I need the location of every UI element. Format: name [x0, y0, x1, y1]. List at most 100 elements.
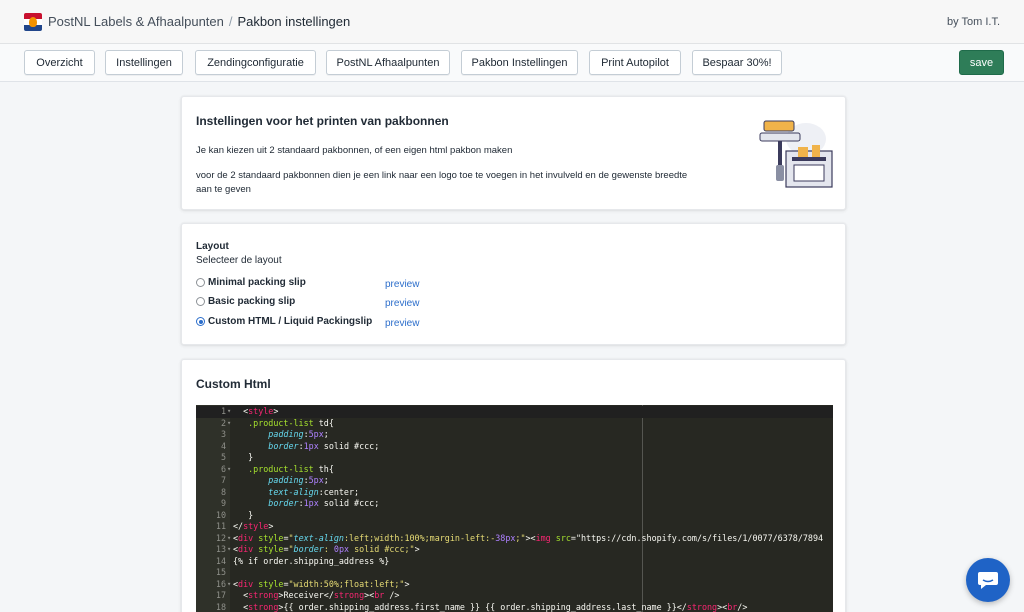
code-text: <div style="border: 0px solid #ccc;"> [233, 544, 420, 554]
custom-html-title: Custom Html [196, 377, 271, 391]
line-number: 9 [220, 498, 226, 508]
intro-text-1: Je kan kiezen uit 2 standaard pakbonnen,… [196, 145, 513, 156]
line-number: 6 [220, 463, 226, 474]
save-button[interactable]: save [959, 50, 1004, 75]
code-line[interactable]: 12 ▾ <div style="text-align:left;width:100… [196, 533, 833, 545]
code-text: border:1px solid #ccc; [268, 498, 380, 508]
line-number: 5 [220, 452, 226, 462]
line-number: 18 [215, 601, 226, 612]
line-number: 16 [215, 578, 226, 589]
code-text: .product-list td{ [248, 417, 334, 428]
fold-icon[interactable]: ▾ [227, 579, 231, 591]
line-number: 10 [215, 509, 226, 520]
code-line[interactable]: 5 } [196, 452, 833, 464]
fold-icon[interactable]: ▾ [227, 418, 231, 430]
breadcrumb-app-link[interactable]: PostNL Labels & Afhaalpunten [48, 14, 224, 29]
code-text: } [233, 452, 254, 462]
fold-icon[interactable]: ▾ [227, 406, 231, 418]
line-number: 8 [220, 486, 226, 497]
nav-print-autopilot-button[interactable]: Print Autopilot [589, 50, 681, 75]
code-line[interactable]: 6 ▾ .product-list th{ [196, 464, 833, 476]
fold-icon[interactable]: ▾ [227, 464, 231, 476]
nav-bespaar-button[interactable]: Bespaar 30%! [692, 50, 782, 75]
preview-link-minimal[interactable]: preview [385, 279, 419, 290]
code-line[interactable]: 11 </style> [196, 521, 833, 533]
code-line[interactable]: 10 } [196, 510, 833, 522]
code-text: {% if order.shipping_address %} [233, 555, 390, 566]
radio-basic[interactable] [196, 297, 205, 306]
code-line[interactable]: 16 ▾ <div style="width:50%;float:left;"> [196, 579, 833, 591]
line-number: 15 [215, 567, 226, 577]
code-text: <div style="width:50%;float:left;"> [233, 578, 410, 589]
line-number: 1 [220, 406, 226, 416]
intro-title: Instellingen voor het printen van pakbon… [196, 114, 449, 128]
app-logo-icon [24, 12, 42, 31]
code-editor[interactable]: f 1▾ <style>2▾ .product-list td{3 paddin… [196, 405, 833, 612]
custom-html-card: Custom Html f 1▾ <style>2▾ .product-list… [181, 359, 846, 612]
layout-option-basic[interactable]: Basic packing slip [196, 296, 295, 307]
layout-sublabel: Selecteer de layout [196, 255, 282, 266]
code-line[interactable]: 15 [196, 567, 833, 579]
code-line[interactable]: 13 ▾ <div style="border: 0px solid #ccc;"> [196, 544, 833, 556]
code-text: padding:5px; [268, 475, 329, 485]
line-number: 2 [220, 417, 226, 428]
code-text: <div style="text-align:left;width:100%;m… [233, 532, 824, 543]
author-label: by Tom I.T. [947, 15, 1000, 28]
code-line[interactable]: 8 text-align:center; [196, 487, 833, 499]
line-number: 4 [220, 440, 226, 451]
line-number: 14 [215, 555, 226, 566]
breadcrumb-separator: / [228, 14, 233, 29]
preview-link-basic[interactable]: preview [385, 298, 419, 309]
code-text: padding:5px; [268, 429, 329, 439]
nav-overzicht-button[interactable]: Overzicht [24, 50, 95, 75]
code-line[interactable]: 4 border:1px solid #ccc; [196, 441, 833, 453]
code-text: .product-list th{ [248, 463, 334, 474]
line-number: 3 [220, 429, 226, 439]
code-line[interactable]: 14 {% if order.shipping_address %} [196, 556, 833, 568]
layout-label: Layout [196, 241, 229, 252]
nav-bar: Overzicht Instellingen Zendingconfigurat… [0, 44, 1024, 82]
code-text: border:1px solid #ccc; [268, 440, 380, 451]
code-line[interactable]: 7 padding:5px; [196, 475, 833, 487]
intro-text-2-line-2: aan te geven [196, 184, 251, 195]
code-text: text-align:center; [268, 486, 360, 497]
code-line[interactable]: 3 padding:5px; [196, 429, 833, 441]
intro-card: Instellingen voor het printen van pakbon… [181, 96, 846, 210]
nav-pakbon-instellingen-button[interactable]: Pakbon Instellingen [461, 50, 578, 75]
line-number: 11 [215, 521, 226, 531]
code-line[interactable]: 1 ▾ <style> [196, 406, 833, 418]
fold-icon[interactable]: ▾ [227, 544, 231, 556]
layout-card: Layout Selecteer de layout Minimal packi… [181, 223, 846, 345]
chat-button[interactable] [966, 558, 1010, 602]
fold-icon[interactable]: ▾ [227, 533, 231, 545]
code-text: <style> [233, 406, 279, 416]
code-line[interactable]: 17 <strong>Receiver</strong><br /> [196, 590, 833, 602]
page-title: Pakbon instellingen [237, 14, 351, 29]
code-text: </style> [233, 521, 274, 531]
line-number: 7 [220, 475, 226, 485]
code-line[interactable]: 18 <strong>{{ order.shipping_address.fir… [196, 602, 833, 612]
radio-custom[interactable] [196, 317, 205, 326]
printer-illustration-icon [759, 120, 833, 188]
radio-minimal[interactable] [196, 278, 205, 287]
top-bar: PostNL Labels & Afhaalpunten / Pakbon in… [0, 0, 1024, 44]
radio-label-minimal[interactable]: Minimal packing slip [208, 277, 306, 288]
chat-icon [978, 572, 998, 589]
radio-label-basic[interactable]: Basic packing slip [208, 296, 295, 307]
code-text: } [233, 509, 254, 520]
radio-label-custom[interactable]: Custom HTML / Liquid Packingslip [208, 316, 372, 327]
preview-link-custom[interactable]: preview [385, 318, 419, 329]
line-number: 13 [215, 544, 226, 554]
code-text: <strong>Receiver</strong><br /> [233, 590, 400, 600]
layout-option-minimal[interactable]: Minimal packing slip [196, 277, 306, 288]
intro-text-2-line-1: voor de 2 standaard pakbonnen dien je ee… [196, 170, 688, 181]
line-number: 12 [215, 532, 226, 543]
nav-postnl-afhaalpunten-button[interactable]: PostNL Afhaalpunten [326, 50, 450, 75]
nav-zendingconfiguratie-button[interactable]: Zendingconfiguratie [195, 50, 316, 75]
code-text: <strong>{{ order.shipping_address.first_… [233, 601, 748, 612]
nav-instellingen-button[interactable]: Instellingen [105, 50, 183, 75]
layout-option-custom[interactable]: Custom HTML / Liquid Packingslip [196, 316, 372, 327]
line-number: 17 [215, 590, 226, 600]
code-line[interactable]: 9 border:1px solid #ccc; [196, 498, 833, 510]
code-line[interactable]: 2 ▾ .product-list td{ [196, 418, 833, 430]
